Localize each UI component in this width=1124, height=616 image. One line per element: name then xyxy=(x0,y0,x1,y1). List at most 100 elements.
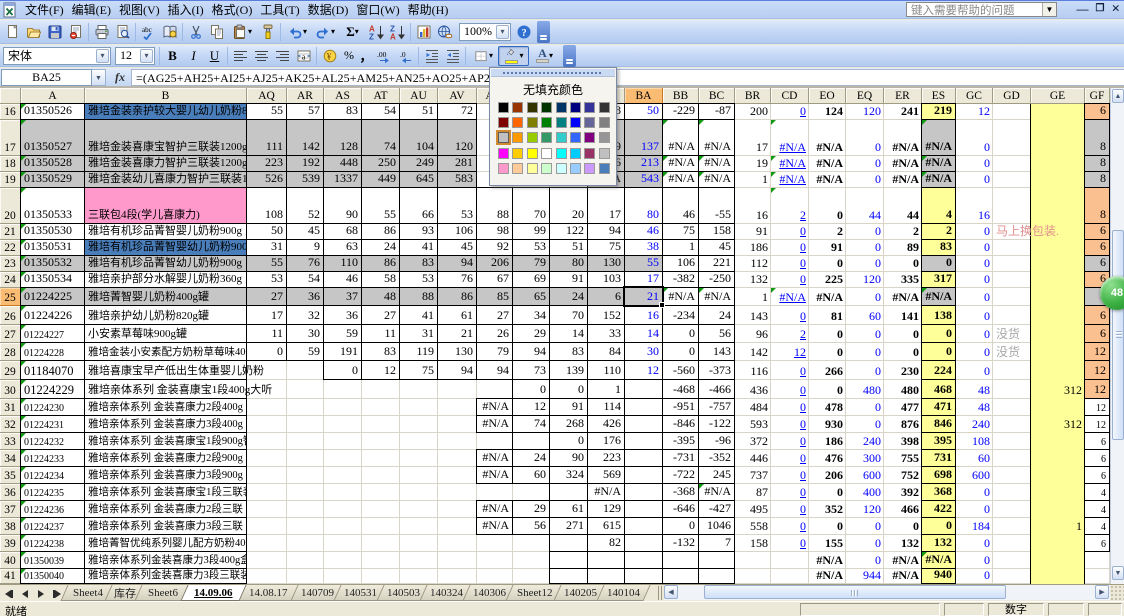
cell-GF37[interactable]: 4 xyxy=(1084,500,1110,518)
toolbar-options-chevron-2[interactable] xyxy=(563,45,576,67)
cell-ES16[interactable]: 219 xyxy=(921,103,956,120)
cell-BB18[interactable]: #N/A xyxy=(662,155,699,172)
cell-AT28[interactable]: 83 xyxy=(361,342,400,361)
cell-AY40[interactable] xyxy=(549,551,588,569)
cell-ER35[interactable]: 752 xyxy=(884,467,922,484)
sheet-tab-14.09.06[interactable]: 14.09.06 xyxy=(180,585,246,601)
row-header-26[interactable]: 26 xyxy=(0,306,21,325)
cell-AW32[interactable]: #N/A xyxy=(476,415,513,433)
name-box-arrow-icon[interactable]: ▼ xyxy=(92,69,106,86)
cell-BR33[interactable]: 372 xyxy=(735,433,771,450)
cell-B30[interactable]: 雅培亲体系列 金装喜康宝1段400g大听 xyxy=(84,379,247,399)
window-minimize-button[interactable]: — xyxy=(1076,2,1088,16)
cell-BB32[interactable]: -846 xyxy=(662,415,699,433)
cell-AR16[interactable]: 57 xyxy=(286,103,324,120)
cell-EO24[interactable]: 225 xyxy=(809,272,846,288)
cell-A32[interactable]: 01224231 xyxy=(20,415,85,433)
cell-EQ18[interactable]: 0 xyxy=(846,156,884,172)
spelling-button[interactable]: abc xyxy=(138,22,159,42)
cell-AR27[interactable]: 30 xyxy=(286,324,324,343)
cell-AY20[interactable]: 20 xyxy=(549,187,588,224)
cell-GC34[interactable]: 60 xyxy=(956,450,993,467)
cell-AZ37[interactable]: 129 xyxy=(587,500,625,518)
decrease-indent-button[interactable] xyxy=(421,46,442,66)
cell-B32[interactable]: 雅培亲体系列 金装喜康力3段400g xyxy=(84,415,247,433)
cell-CD23[interactable]: 0 xyxy=(771,256,809,272)
cell-ES33[interactable]: 395 xyxy=(921,432,956,450)
cell-CD19[interactable]: #N/A xyxy=(771,172,809,188)
cell-BA22[interactable]: 38 xyxy=(624,239,663,256)
color-swatch-#4a7eba[interactable] xyxy=(599,163,610,174)
cell-EO39[interactable]: 155 xyxy=(809,535,846,552)
cell-BA21[interactable]: 46 xyxy=(624,223,663,240)
cell-AU29[interactable]: 75 xyxy=(399,360,438,380)
hyperlink-button[interactable] xyxy=(434,22,455,42)
col-header-AT[interactable]: AT xyxy=(362,88,400,104)
col-header-GE[interactable]: GE xyxy=(1031,88,1085,104)
cell-A23[interactable]: 01350532 xyxy=(20,255,85,272)
cut-button[interactable] xyxy=(185,22,206,42)
cell-GD27[interactable]: 没货 xyxy=(993,325,1031,343)
cell-BR30[interactable]: 436 xyxy=(735,380,771,399)
cell-EQ22[interactable]: 0 xyxy=(846,240,884,256)
align-right-button[interactable] xyxy=(272,46,293,66)
cell-A31[interactable]: 01224230 xyxy=(20,398,85,416)
color-swatch-#ff00ff[interactable] xyxy=(498,148,509,159)
cell-EO23[interactable]: 0 xyxy=(809,256,846,272)
cell-ES23[interactable]: 0 xyxy=(921,255,956,272)
cell-A27[interactable]: 01224227 xyxy=(20,324,85,343)
cell-CD18[interactable]: #N/A xyxy=(771,156,809,172)
cell-EQ24[interactable]: 120 xyxy=(846,272,884,288)
cell-BR29[interactable]: 116 xyxy=(735,361,771,380)
redo-button[interactable]: ▾ xyxy=(311,22,339,42)
cell-AU28[interactable]: 119 xyxy=(399,342,438,361)
cell-B40[interactable]: 雅培亲体系列金装喜康力3段400g盒装 xyxy=(84,551,247,569)
cell-A22[interactable]: 01350531 xyxy=(20,239,85,256)
cell-AS21[interactable]: 68 xyxy=(323,223,362,240)
col-header-AS[interactable]: AS xyxy=(324,88,362,104)
tab-split-handle[interactable] xyxy=(658,586,662,600)
color-swatch-#ccffcc[interactable] xyxy=(541,163,552,174)
cell-A24[interactable]: 01350534 xyxy=(20,271,85,288)
cell-BB38[interactable]: 0 xyxy=(662,517,699,535)
cell-BC26[interactable]: 24 xyxy=(698,305,735,325)
cell-AV26[interactable]: 61 xyxy=(437,305,477,325)
cell-AV23[interactable]: 94 xyxy=(437,255,477,272)
cell-GF18[interactable]: 8 xyxy=(1084,155,1110,172)
menu-data[interactable]: 数据(D) xyxy=(304,0,353,20)
cell-EQ29[interactable]: 0 xyxy=(846,361,884,380)
cell-GF30[interactable]: 12 xyxy=(1084,379,1110,399)
cell-ES37[interactable]: 422 xyxy=(921,500,956,518)
cell-AX33[interactable] xyxy=(512,432,550,450)
cell-AV22[interactable]: 45 xyxy=(437,239,477,256)
cell-BR20[interactable]: 16 xyxy=(735,188,771,224)
cell-ES22[interactable]: 83 xyxy=(921,239,956,256)
cell-AZ25[interactable]: 6 xyxy=(587,287,625,306)
open-button[interactable] xyxy=(23,22,44,42)
cell-ER22[interactable]: 89 xyxy=(884,240,922,256)
cell-AU16[interactable]: 51 xyxy=(399,103,438,120)
cell-BB41[interactable] xyxy=(662,568,699,584)
cell-B18[interactable]: 雅培金装喜康力智护三联装1200g xyxy=(84,155,247,172)
cell-B28[interactable]: 雅培金装小安素配方奶粉草莓味400 xyxy=(84,342,247,361)
cell-BA26[interactable]: 16 xyxy=(624,305,663,325)
row-header-29[interactable]: 29 xyxy=(0,361,21,380)
cell-BC34[interactable]: -352 xyxy=(698,449,735,467)
cell-AT25[interactable]: 48 xyxy=(361,287,400,306)
color-swatch-#ff6600[interactable] xyxy=(512,117,523,128)
cell-BB28[interactable]: 0 xyxy=(662,342,699,361)
cell-BR21[interactable]: 91 xyxy=(735,224,771,240)
cell-AQ27[interactable]: 11 xyxy=(246,324,287,343)
cell-AQ16[interactable]: 55 xyxy=(246,103,287,120)
cell-ES19[interactable]: #N/A xyxy=(921,171,956,188)
col-header-BB[interactable]: BB xyxy=(663,88,699,104)
color-swatch-#008000[interactable] xyxy=(541,117,552,128)
cell-AS19[interactable]: 1337 xyxy=(323,171,362,188)
cell-AR18[interactable]: 192 xyxy=(286,155,324,172)
row-header-41[interactable]: 41 xyxy=(0,569,21,584)
cell-BB40[interactable] xyxy=(662,551,699,569)
cell-B19[interactable]: 雅培金装幼儿喜康力智护三联装12 xyxy=(84,171,247,188)
cell-AZ31[interactable]: 114 xyxy=(587,398,625,416)
color-swatch-#969696[interactable] xyxy=(599,132,610,143)
col-header-EQ[interactable]: EQ xyxy=(846,88,884,104)
